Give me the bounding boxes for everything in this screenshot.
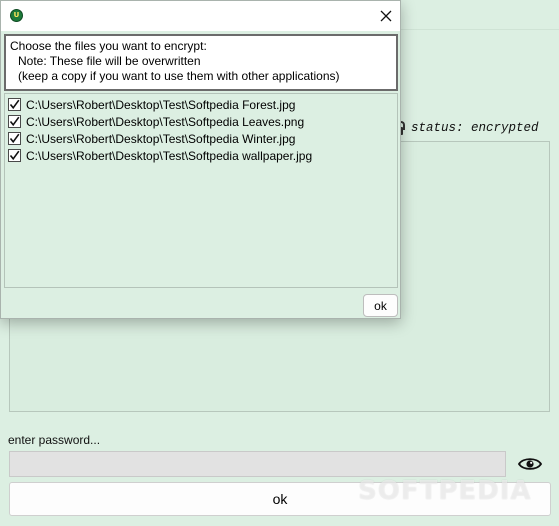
file-list-item[interactable]: C:\Users\Robert\Desktop\Test\Softpedia w… bbox=[5, 147, 397, 164]
file-checkbox[interactable] bbox=[8, 98, 21, 111]
file-path: C:\Users\Robert\Desktop\Test\Softpedia W… bbox=[26, 131, 296, 146]
dialog-ok-button[interactable]: ok bbox=[363, 294, 398, 317]
checkmark-icon bbox=[9, 133, 20, 144]
info-line-warning: (keep a copy if you want to use them wit… bbox=[18, 69, 340, 83]
checkmark-icon bbox=[9, 99, 20, 110]
ok-button[interactable]: ok bbox=[9, 482, 551, 516]
file-path: C:\Users\Robert\Desktop\Test\Softpedia L… bbox=[26, 114, 305, 129]
file-list-item[interactable]: C:\Users\Robert\Desktop\Test\Softpedia F… bbox=[5, 96, 397, 113]
info-box: Choose the files you want to encrypt: No… bbox=[4, 34, 398, 91]
app-icon: U bbox=[10, 9, 23, 22]
file-list-item[interactable]: C:\Users\Robert\Desktop\Test\Softpedia W… bbox=[5, 130, 397, 147]
close-button[interactable] bbox=[371, 1, 400, 31]
checkmark-icon bbox=[9, 116, 20, 127]
file-list-item[interactable]: C:\Users\Robert\Desktop\Test\Softpedia L… bbox=[5, 113, 397, 130]
checkmark-icon bbox=[9, 150, 20, 161]
password-input[interactable] bbox=[9, 451, 506, 477]
file-list: C:\Users\Robert\Desktop\Test\Softpedia F… bbox=[4, 93, 398, 288]
status-text: status: encrypted bbox=[411, 121, 539, 135]
dialog-titlebar: U bbox=[1, 1, 400, 31]
info-line-title: Choose the files you want to encrypt: bbox=[10, 39, 207, 53]
file-checkbox[interactable] bbox=[8, 115, 21, 128]
close-icon bbox=[380, 10, 391, 22]
status-row: status: encrypted bbox=[392, 119, 539, 137]
file-checkbox[interactable] bbox=[8, 132, 21, 145]
password-label: enter password... bbox=[8, 433, 101, 447]
file-path: C:\Users\Robert\Desktop\Test\Softpedia F… bbox=[26, 97, 296, 112]
encrypt-files-dialog: U Choose the files you want to encrypt: … bbox=[0, 0, 401, 319]
app-icon-letter: U bbox=[13, 11, 20, 19]
eye-icon[interactable] bbox=[518, 455, 542, 473]
file-checkbox[interactable] bbox=[8, 149, 21, 162]
info-line-note: Note: These file will be overwritten bbox=[18, 54, 201, 68]
file-path: C:\Users\Robert\Desktop\Test\Softpedia w… bbox=[26, 148, 313, 163]
